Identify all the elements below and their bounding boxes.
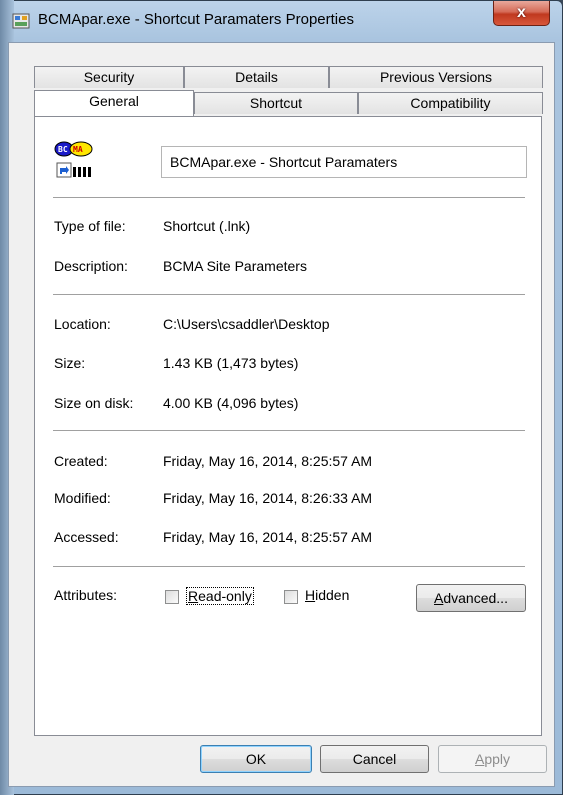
tab-previous-versions[interactable]: Previous Versions [329,66,543,88]
read-only-checkbox[interactable] [165,590,179,604]
file-name-field[interactable]: BCMApar.exe - Shortcut Paramaters [161,146,527,178]
hidden-label[interactable]: Hidden [305,587,349,603]
apply-button[interactable]: Apply [438,745,547,773]
advanced-button[interactable]: Advanced... [416,584,526,612]
size-on-disk-value: 4.00 KB (4,096 bytes) [163,395,299,411]
divider [53,430,525,431]
divider [53,294,525,295]
modified-label: Modified: [54,490,111,506]
tab-security[interactable]: Security [34,66,184,88]
type-of-file-value: Shortcut (.lnk) [163,218,251,234]
window-title: BCMApar.exe - Shortcut Paramaters Proper… [38,11,354,28]
title-bar[interactable]: BCMApar.exe - Shortcut Paramaters Proper… [0,0,563,42]
description-label: Description: [54,258,128,274]
accessed-value: Friday, May 16, 2014, 8:25:57 AM [163,529,373,545]
size-label: Size: [54,355,86,371]
created-value: Friday, May 16, 2014, 8:25:57 AM [163,453,373,469]
svg-text:BC: BC [58,145,68,154]
location-label: Location: [54,316,111,332]
modified-value: Friday, May 16, 2014, 8:26:33 AM [163,490,373,506]
hidden-checkbox[interactable] [284,590,298,604]
location-value: C:\Users\csaddler\Desktop [163,316,330,332]
tab-shortcut[interactable]: Shortcut [194,92,358,114]
cancel-button[interactable]: Cancel [320,745,429,773]
general-tab-panel [34,116,542,736]
properties-icon [12,13,30,29]
read-only-label[interactable]: Read-only [186,587,254,605]
attributes-label: Attributes: [54,587,118,603]
accessed-label: Accessed: [54,529,119,545]
bcma-app-icon: BC MA [54,141,93,178]
size-on-disk-label: Size on disk: [54,395,134,411]
shortcut-file-icon: BC MA [54,141,102,183]
divider [53,197,525,198]
svg-text:MA: MA [73,145,83,154]
type-of-file-label: Type of file: [54,218,126,234]
tab-general[interactable]: General [34,90,194,116]
description-value: BCMA Site Parameters [163,258,307,274]
close-button[interactable]: x [493,1,550,26]
divider [53,566,525,567]
ok-button[interactable]: OK [200,745,312,773]
created-label: Created: [54,453,108,469]
size-value: 1.43 KB (1,473 bytes) [163,355,299,371]
tab-compatibility[interactable]: Compatibility [358,92,543,114]
tab-details[interactable]: Details [184,66,329,88]
